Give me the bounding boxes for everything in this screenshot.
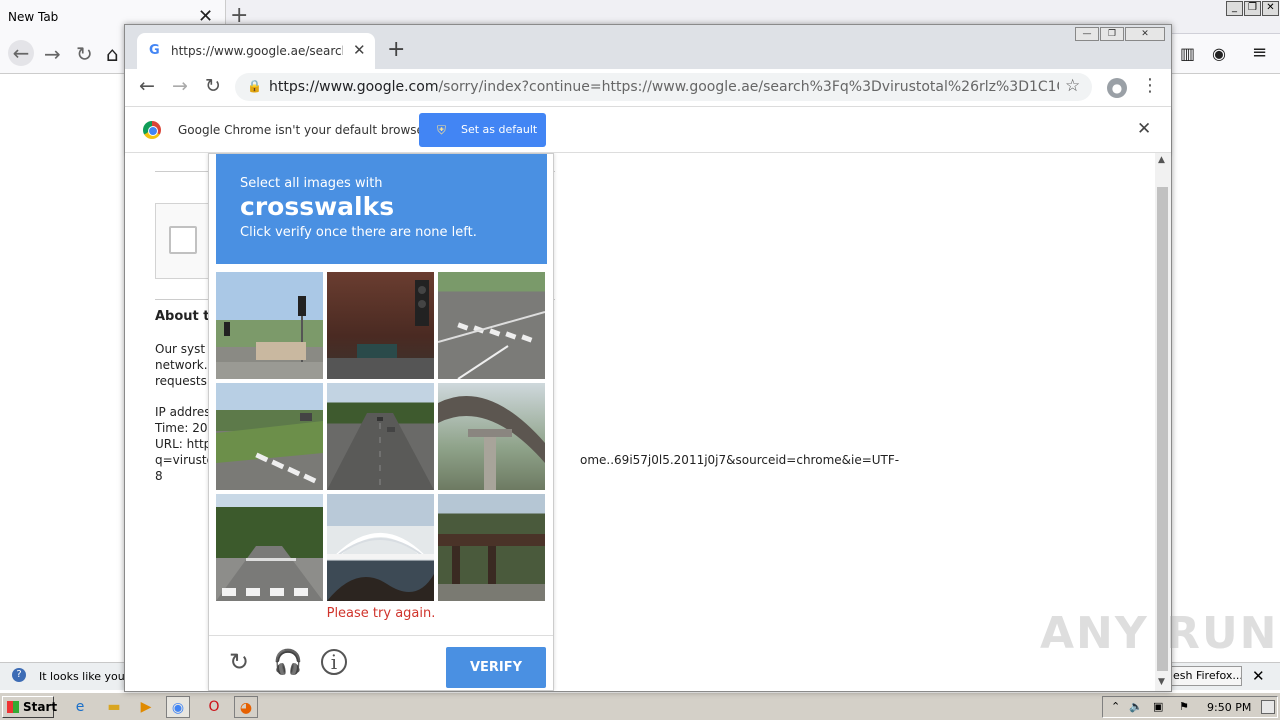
back-icon[interactable]: ← — [8, 40, 34, 66]
captcha-tile-8[interactable] — [327, 494, 434, 601]
forward-icon[interactable]: → — [44, 42, 61, 66]
verify-button[interactable]: VERIFY — [446, 647, 546, 688]
url-text: ome..69i57j0l5.2011j0j7&sourceid=chrome&… — [580, 453, 900, 467]
shield-icon: ⛨ — [437, 123, 447, 137]
system-tray: ⌃ 🔈 ▣ ⚑ 9:50 PM — [1102, 696, 1278, 718]
expand-icon[interactable]: ⌃ — [1111, 700, 1120, 713]
show-desktop-icon[interactable] — [1261, 700, 1275, 714]
url-text[interactable]: https://www.google.com/sorry/index?conti… — [269, 79, 1059, 95]
lock-icon: 🔒 — [247, 79, 262, 93]
close-icon[interactable]: ✕ — [1137, 119, 1151, 139]
url-path: /sorry/index?continue=https://www.google… — [438, 79, 1059, 95]
reload-icon[interactable]: ↻ — [205, 75, 221, 97]
volume-icon[interactable]: 🔈 — [1129, 700, 1143, 713]
firefox-infobar-text: It looks like you h — [39, 670, 136, 683]
recaptcha-header: Select all images with crosswalks Click … — [216, 154, 547, 264]
set-as-default-button[interactable]: ⛨ Set as default — [419, 113, 546, 147]
refresh-firefox-button[interactable]: esh Firefox... — [1166, 666, 1242, 686]
menu-icon[interactable]: ≡ — [1252, 42, 1267, 63]
captcha-tile-3[interactable] — [438, 272, 545, 379]
taskbar: Start e ▬ ▶ ◉ O ◕ ⌃ 🔈 ▣ ⚑ 9:50 PM — [0, 692, 1280, 720]
clock: 9:50 PM — [1207, 701, 1252, 714]
captcha-tile-6[interactable] — [438, 383, 545, 490]
minimize-icon[interactable]: — — [1075, 27, 1099, 41]
address-bar[interactable]: 🔒 https://www.google.com/sorry/index?con… — [235, 73, 1092, 101]
chrome-logo-icon — [143, 121, 161, 139]
url-text: 8 — [155, 469, 163, 483]
page-text: network. — [155, 358, 208, 372]
instruction-subtext: Click verify once there are none left. — [240, 225, 477, 240]
recaptcha-checkbox[interactable] — [169, 226, 197, 254]
infobar-message: Google Chrome isn't your default browser — [178, 123, 429, 137]
more-menu-icon[interactable]: ⋮ — [1141, 75, 1159, 96]
watermark: ANY RUN — [1040, 608, 1279, 659]
ie-icon[interactable]: e — [68, 696, 92, 718]
close-icon[interactable]: ✕ — [1252, 667, 1265, 685]
close-icon[interactable]: ✕ — [353, 41, 366, 59]
default-browser-infobar: Google Chrome isn't your default browser… — [125, 107, 1171, 153]
restore-icon[interactable]: ❐ — [1244, 1, 1261, 16]
restore-icon[interactable]: ❐ — [1100, 27, 1124, 41]
profile-avatar-icon[interactable]: ● — [1107, 78, 1127, 98]
home-icon[interactable]: ⌂ — [106, 42, 119, 66]
page-text: Our syst — [155, 342, 206, 356]
start-button[interactable]: Start — [2, 696, 58, 718]
help-icon: ? — [12, 668, 26, 682]
start-label: Start — [23, 700, 58, 714]
recaptcha-challenge: Select all images with crosswalks Click … — [208, 153, 554, 691]
back-icon[interactable]: ← — [139, 75, 155, 97]
captcha-tile-9[interactable] — [438, 494, 545, 601]
reload-challenge-icon[interactable]: ↻ — [225, 648, 253, 676]
captcha-tile-4[interactable] — [216, 383, 323, 490]
scroll-up-icon[interactable]: ▲ — [1158, 155, 1165, 165]
ip-address-text: IP addres — [155, 405, 211, 419]
plus-icon[interactable]: + — [387, 37, 405, 62]
star-icon[interactable]: ☆ — [1065, 76, 1080, 96]
chrome-tabstrip: G https://www.google.ae/search?q=v ✕ + —… — [125, 25, 1171, 69]
opera-icon[interactable]: O — [202, 696, 226, 718]
windows-logo-icon — [7, 701, 19, 713]
page-text: requests — [155, 374, 207, 388]
time-text: Time: 20 — [155, 421, 208, 435]
url-text: q=virusto — [155, 453, 214, 467]
captcha-tile-2[interactable] — [327, 272, 434, 379]
firefox-tab-title: New Tab — [8, 10, 59, 24]
firefox-taskbar-icon[interactable]: ◕ — [234, 696, 258, 718]
minimize-icon[interactable]: _ — [1226, 1, 1243, 16]
reload-icon[interactable]: ↻ — [76, 42, 93, 66]
folder-icon[interactable]: ▬ — [102, 696, 126, 718]
sidebar-icon[interactable]: ▥ — [1180, 44, 1195, 63]
scrollbar-thumb[interactable] — [1157, 187, 1168, 671]
page-viewport: About th Our syst network. requests IP a… — [125, 153, 1171, 691]
captcha-tile-7[interactable] — [216, 494, 323, 601]
target-word: crosswalks — [240, 192, 395, 221]
audio-challenge-icon[interactable]: 🎧 — [273, 648, 303, 676]
chrome-window: G https://www.google.ae/search?q=v ✕ + —… — [124, 24, 1172, 692]
url-host: https://www.google.com — [269, 79, 439, 95]
network-icon[interactable]: ▣ — [1153, 700, 1163, 713]
info-icon[interactable]: i — [321, 649, 347, 675]
flag-icon[interactable]: ⚑ — [1179, 700, 1189, 713]
captcha-error-text: Please try again. — [326, 606, 436, 621]
captcha-tile-1[interactable] — [216, 272, 323, 379]
account-icon[interactable]: ◉ — [1212, 44, 1226, 63]
url-text: URL: http — [155, 437, 212, 451]
google-icon: G — [149, 43, 160, 58]
set-default-label: Set as default — [461, 123, 538, 136]
instruction-text: Select all images with — [240, 176, 383, 191]
recaptcha-footer: ↻ 🎧 i VERIFY — [209, 635, 553, 691]
chrome-taskbar-icon[interactable]: ◉ — [166, 696, 190, 718]
chrome-tab-title: https://www.google.ae/search?q=v — [171, 44, 343, 58]
close-window-icon[interactable]: ✕ — [1262, 1, 1279, 16]
media-player-icon[interactable]: ▶ — [134, 696, 158, 718]
scroll-down-icon[interactable]: ▼ — [1158, 677, 1165, 687]
forward-icon[interactable]: → — [172, 75, 188, 97]
chrome-toolbar: ← → ↻ 🔒 https://www.google.com/sorry/ind… — [125, 69, 1171, 107]
chrome-tab[interactable]: G https://www.google.ae/search?q=v ✕ — [137, 33, 375, 69]
captcha-tile-5[interactable] — [327, 383, 434, 490]
close-window-icon[interactable]: ✕ — [1125, 27, 1165, 41]
